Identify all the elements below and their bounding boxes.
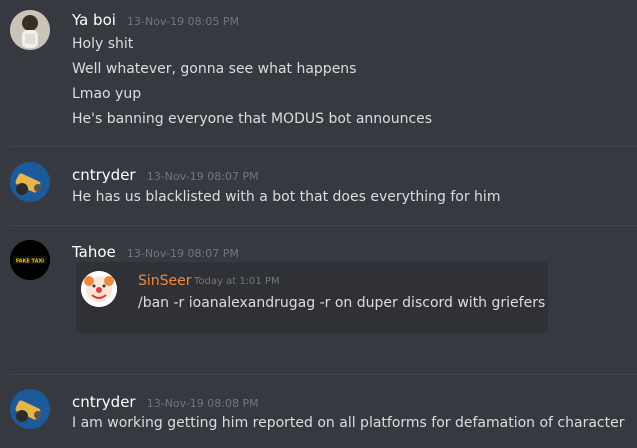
quoted-message[interactable]: SinSeer Today at 1:01 PM /ban -r ioanale… [76,262,548,333]
message-text: He's banning everyone that MODUS bot ann… [72,111,433,127]
timestamp: 13-Nov-19 08:07 PM [146,170,259,183]
timestamp: 13-Nov-19 08:08 PM [146,397,259,410]
message-text: Lmao yup [72,86,142,102]
username[interactable]: cntryder [72,166,136,184]
quoted-timestamp: Today at 1:01 PM [194,276,280,287]
message-divider [10,146,637,147]
logo-text: FAKE TAXI [16,259,44,265]
timestamp: 13-Nov-19 08:07 PM [126,247,239,260]
cannon-icon [10,162,50,202]
username[interactable]: cntryder [72,393,136,411]
avatar[interactable] [10,389,50,429]
message-text: He has us blacklisted with a bot that do… [72,189,501,205]
fake-taxi-logo: FAKE TAXI [10,240,50,280]
avatar[interactable] [81,271,117,307]
person-photo-icon [10,10,50,50]
clown-icon [81,271,117,307]
message-text: Holy shit [72,36,134,52]
message-text: I am working getting him reported on all… [72,415,625,431]
username[interactable]: Ya boi [72,11,116,29]
timestamp: 13-Nov-19 08:05 PM [127,15,239,28]
cannon-icon [10,389,50,429]
message-text: Well whatever, gonna see what happens [72,61,357,77]
avatar[interactable]: FAKE TAXI [10,240,50,280]
message-divider [10,374,637,375]
quoted-text: /ban -r ioanalexandrugag -r on duper dis… [138,295,546,311]
username[interactable]: Tahoe [72,243,116,261]
avatar[interactable] [10,162,50,202]
quoted-username[interactable]: SinSeer [138,273,192,289]
avatar[interactable] [10,10,50,50]
message-divider [10,225,637,226]
